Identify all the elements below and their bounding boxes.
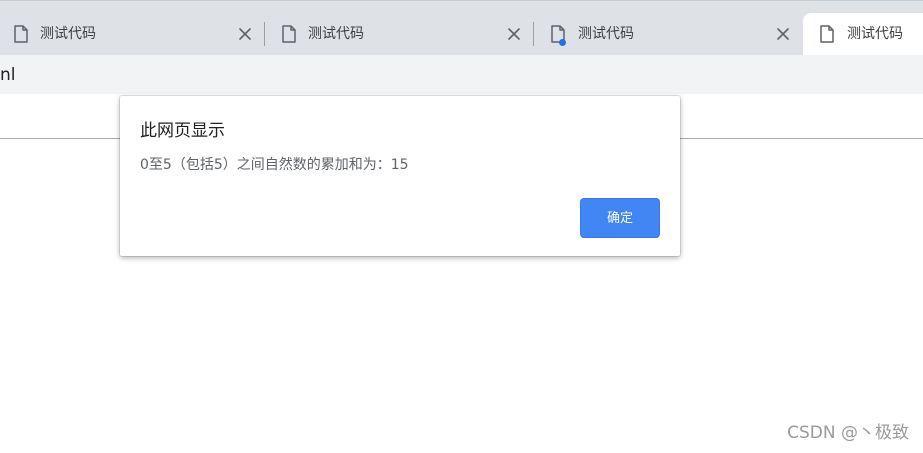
document-icon: [282, 25, 296, 43]
tab-4-active[interactable]: 测试代码: [803, 13, 923, 56]
alert-dialog: 此网页显示 0至5（包括5）之间自然数的累加和为：15 确定: [120, 96, 680, 256]
tab-divider: [533, 22, 534, 46]
close-tab-icon[interactable]: [506, 26, 522, 42]
tab-title: 测试代码: [578, 26, 634, 42]
tab-1[interactable]: 测试代码: [0, 13, 263, 56]
tab-title: 测试代码: [847, 26, 903, 42]
tab-2[interactable]: 测试代码: [268, 13, 531, 56]
tab-title: 测试代码: [308, 26, 364, 42]
tab-strip: 测试代码 测试代码 测试代码 测试代码: [0, 0, 923, 56]
close-tab-icon[interactable]: [237, 26, 253, 42]
address-url[interactable]: nl: [0, 65, 16, 85]
address-bar[interactable]: nl: [0, 55, 923, 94]
tab-3[interactable]: 测试代码: [537, 13, 800, 56]
document-icon: [14, 25, 28, 43]
ok-button[interactable]: 确定: [580, 198, 660, 238]
document-icon: [820, 25, 834, 43]
dialog-message: 0至5（包括5）之间自然数的累加和为：15: [140, 157, 409, 173]
watermark: CSDN @丶极致: [787, 423, 909, 443]
close-tab-icon[interactable]: [775, 26, 791, 42]
tab-divider: [264, 22, 265, 46]
dialog-title: 此网页显示: [140, 121, 225, 141]
tab-title: 测试代码: [40, 26, 96, 42]
notification-dot-icon: [559, 39, 566, 46]
